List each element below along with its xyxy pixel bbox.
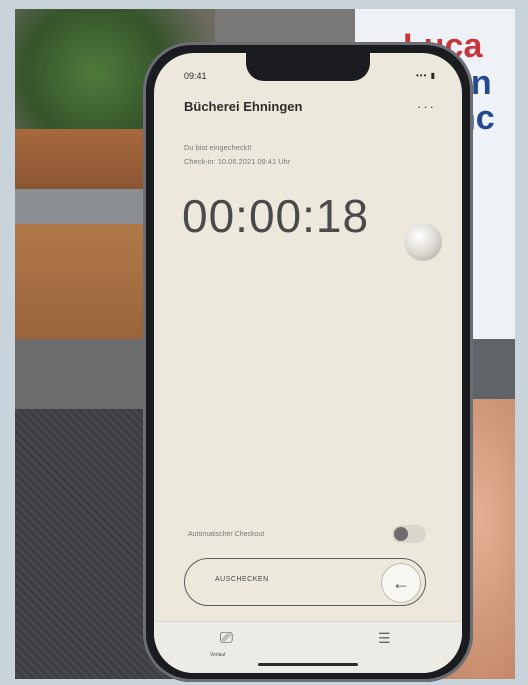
status-icons: ••• ▮ xyxy=(415,71,436,80)
tab-history-label[interactable]: Verlauf xyxy=(210,652,226,658)
photo-frame: Luca can nc 09:41 ••• ▮ Bücherei Ehninge… xyxy=(0,0,528,685)
menu-icon[interactable]: ☰ xyxy=(378,630,391,647)
checked-in-text: Du bist eingecheckt! xyxy=(184,143,252,152)
arrow-left-icon[interactable]: ← xyxy=(381,563,421,603)
toggle-knob xyxy=(394,527,408,541)
checkout-slider-button[interactable]: AUSCHECKEN ← xyxy=(184,558,426,606)
checkin-time-text: Check-in: 10.06.2021 09:41 Uhr xyxy=(184,157,291,166)
status-time: 09:41 xyxy=(184,71,207,81)
checkin-timer: 00:00:18 xyxy=(182,190,370,242)
animated-orb xyxy=(404,223,442,261)
auto-checkout-label: Automatischer Checkout xyxy=(188,531,265,538)
checkout-button-label: AUSCHECKEN xyxy=(215,576,269,583)
phone-notch xyxy=(246,53,370,81)
phone-screen: 09:41 ••• ▮ Bücherei Ehningen ··· Du bis… xyxy=(154,53,462,673)
page-title: Bücherei Ehningen xyxy=(184,99,303,114)
phone: 09:41 ••• ▮ Bücherei Ehningen ··· Du bis… xyxy=(143,42,473,682)
home-indicator xyxy=(258,663,358,666)
history-icon[interactable]: ⎚ xyxy=(220,630,233,648)
more-horizontal-icon[interactable]: ··· xyxy=(417,99,436,114)
auto-checkout-toggle[interactable] xyxy=(392,525,426,543)
